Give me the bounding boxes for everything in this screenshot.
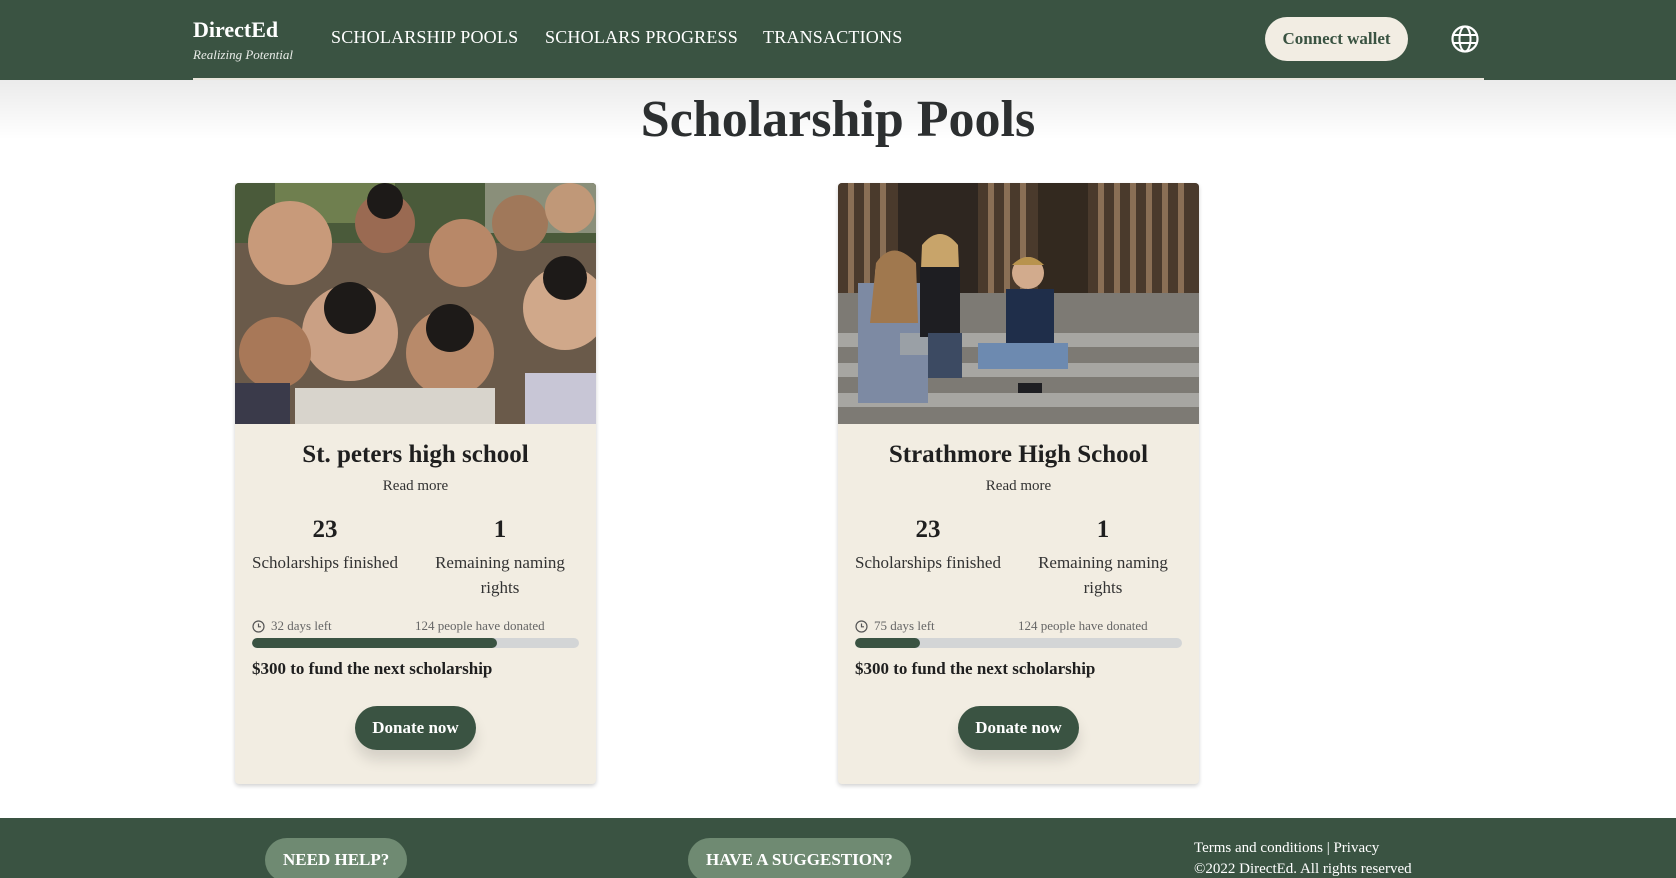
read-more-link[interactable]: Read more bbox=[235, 478, 596, 495]
funding-progress-fill bbox=[855, 638, 921, 648]
footer: NEED HELP? HAVE A SUGGESTION? Terms and … bbox=[0, 818, 1676, 878]
scholarships-finished-label: Scholarships finished bbox=[252, 553, 398, 572]
pool-photo-students bbox=[235, 183, 596, 424]
terms-link[interactable]: Terms and conditions bbox=[1194, 840, 1323, 856]
naming-rights-count: 1 bbox=[1096, 516, 1110, 543]
days-left-text: 75 days left bbox=[874, 618, 935, 633]
pool-card-st-peters: St. peters high school Read more 23 Scho… bbox=[235, 183, 596, 784]
naming-rights-stat: 1 Remaining naming rights bbox=[425, 516, 575, 600]
days-left: 75 days left bbox=[855, 618, 935, 634]
donors-count: 124 people have donated bbox=[1018, 618, 1148, 633]
clock-icon bbox=[855, 619, 868, 633]
donors-count: 124 people have donated bbox=[415, 618, 545, 633]
pool-card-strathmore: Strathmore High School Read more 23 Scho… bbox=[838, 183, 1199, 784]
days-left-text: 32 days left bbox=[271, 618, 332, 633]
connect-wallet-button[interactable]: Connect wallet bbox=[1265, 17, 1408, 61]
funding-progress-bar bbox=[855, 638, 1182, 648]
suggestion-button[interactable]: HAVE A SUGGESTION? bbox=[688, 838, 911, 878]
nav-transactions[interactable]: TRANSACTIONS bbox=[763, 27, 902, 48]
scholarships-finished-stat: 23 Scholarships finished bbox=[245, 516, 405, 575]
page-title: Scholarship Pools bbox=[640, 91, 1036, 148]
scholarships-finished-stat: 23 Scholarships finished bbox=[848, 516, 1008, 575]
top-navbar: DirectEd Realizing Potential SCHOLARSHIP… bbox=[0, 0, 1676, 80]
pool-title: Strathmore High School bbox=[888, 441, 1149, 468]
scholarships-finished-count: 23 bbox=[312, 516, 338, 543]
nav-scholars-progress[interactable]: SCHOLARS PROGRESS bbox=[545, 27, 738, 48]
brand-tagline: Realizing Potential bbox=[193, 47, 294, 62]
brand-name: DirectEd bbox=[193, 17, 279, 42]
naming-rights-count: 1 bbox=[493, 516, 507, 543]
naming-rights-label: Remaining naming rights bbox=[435, 553, 565, 597]
footer-links: Terms and conditions | Privacy ©2022 Dir… bbox=[1194, 838, 1412, 878]
brand[interactable]: DirectEd Realizing Potential bbox=[193, 17, 293, 63]
days-left: 32 days left bbox=[252, 618, 332, 634]
pool-photo-students-stairs bbox=[838, 183, 1199, 424]
copyright: ©2022 DirectEd. All rights reserved bbox=[1194, 861, 1412, 877]
funding-progress-fill bbox=[252, 638, 498, 648]
pool-title: St. peters high school bbox=[302, 441, 529, 468]
clock-icon bbox=[252, 619, 265, 633]
read-more-link[interactable]: Read more bbox=[838, 478, 1199, 495]
nav-scholarship-pools[interactable]: SCHOLARSHIP POOLS bbox=[331, 27, 518, 48]
privacy-link[interactable]: Privacy bbox=[1333, 840, 1379, 856]
naming-rights-stat: 1 Remaining naming rights bbox=[1028, 516, 1178, 600]
scholarships-finished-label: Scholarships finished bbox=[855, 553, 1001, 572]
need-help-button[interactable]: NEED HELP? bbox=[265, 838, 408, 878]
funding-progress-bar bbox=[252, 638, 579, 648]
footer-separator: | bbox=[1322, 840, 1334, 856]
scholarships-finished-count: 23 bbox=[915, 516, 941, 543]
donate-now-button[interactable]: Donate now bbox=[958, 706, 1079, 750]
fund-next-text: $300 to fund the next scholarship bbox=[252, 659, 493, 678]
naming-rights-label: Remaining naming rights bbox=[1038, 553, 1168, 597]
donate-now-button[interactable]: Donate now bbox=[355, 706, 476, 750]
fund-next-text: $300 to fund the next scholarship bbox=[855, 659, 1096, 678]
globe-icon[interactable] bbox=[1450, 24, 1480, 54]
